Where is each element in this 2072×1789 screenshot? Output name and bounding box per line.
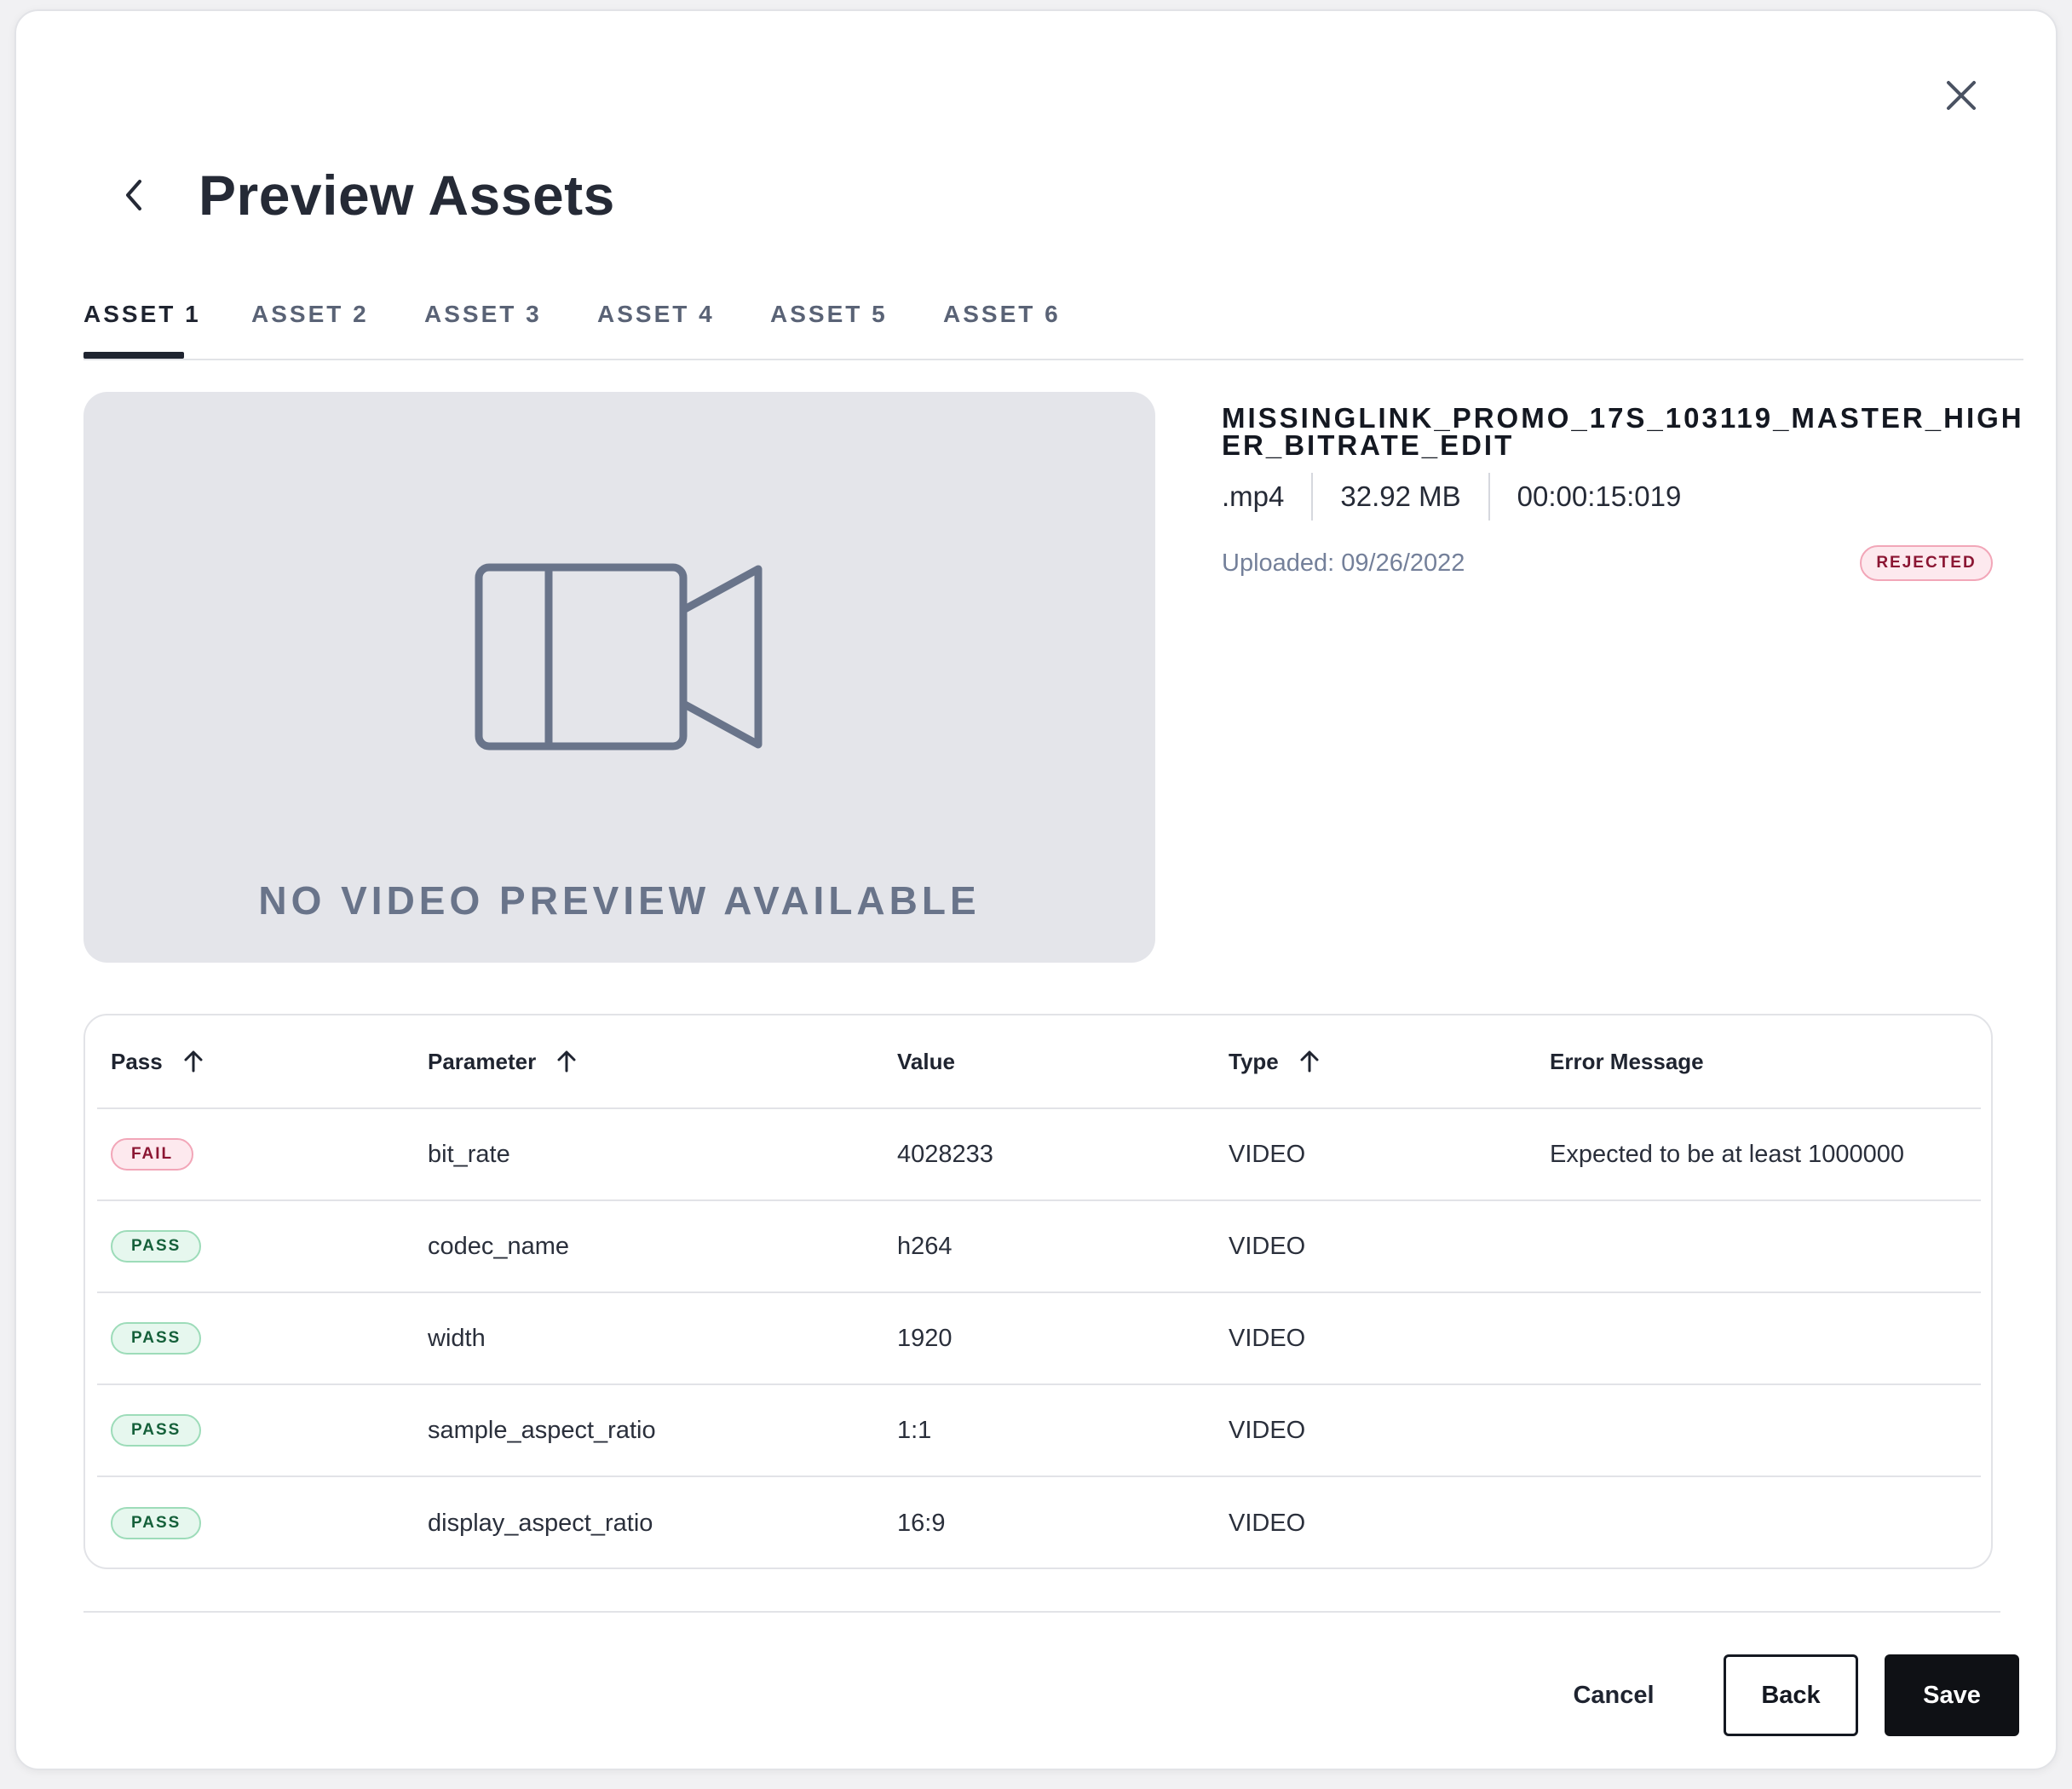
page-title: Preview Assets	[199, 164, 615, 227]
video-camera-icon	[475, 563, 763, 751]
parameter-cell: sample_aspect_ratio	[428, 1416, 656, 1444]
preview-assets-modal: Preview Assets ASSET 1 ASSET 2 ASSET 3 A…	[14, 9, 2058, 1770]
value-cell: h264	[897, 1232, 953, 1260]
parameter-cell: codec_name	[428, 1232, 570, 1260]
pass-badge: PASS	[111, 1414, 202, 1447]
validation-table: Pass Parameter Value Type Error Message	[83, 1014, 1993, 1569]
asset-tabs: ASSET 1 ASSET 2 ASSET 3 ASSET 4 ASSET 5 …	[83, 284, 2023, 360]
fail-badge: FAIL	[111, 1138, 194, 1171]
modal-header: Preview Assets	[110, 163, 615, 227]
table-row: PASS codec_name h264 VIDEO	[97, 1201, 1981, 1293]
cancel-button[interactable]: Cancel	[1541, 1654, 1686, 1736]
type-cell: VIDEO	[1229, 1232, 1306, 1260]
tab-asset-3[interactable]: ASSET 3	[424, 301, 542, 328]
tab-asset-1[interactable]: ASSET 1	[83, 301, 201, 328]
parameter-cell: display_aspect_ratio	[428, 1509, 653, 1537]
tab-asset-6[interactable]: ASSET 6	[943, 301, 1061, 328]
parameter-cell: width	[428, 1324, 486, 1352]
table-row: PASS width 1920 VIDEO	[97, 1293, 1981, 1385]
footer-divider	[83, 1611, 2000, 1613]
type-cell: VIDEO	[1229, 1509, 1306, 1537]
type-cell: VIDEO	[1229, 1140, 1306, 1168]
sort-ascending-icon[interactable]	[181, 1050, 205, 1073]
pass-badge: PASS	[111, 1507, 202, 1539]
file-duration: 00:00:15:019	[1488, 473, 1709, 521]
value-cell: 16:9	[897, 1509, 946, 1537]
asset-file-name: MISSINGLINK_PROMO_17S_103119_MASTER_HIGH…	[1222, 402, 2024, 461]
sort-ascending-icon[interactable]	[1298, 1050, 1321, 1073]
type-cell: VIDEO	[1229, 1324, 1306, 1352]
chevron-left-icon	[126, 180, 141, 210]
pass-badge: PASS	[111, 1322, 202, 1355]
upload-date: Uploaded: 09/26/2022	[1222, 549, 1465, 577]
type-cell: VIDEO	[1229, 1416, 1306, 1444]
active-tab-indicator	[83, 352, 184, 359]
column-header-pass: Pass	[111, 1015, 205, 1107]
sort-ascending-icon[interactable]	[555, 1050, 578, 1073]
value-cell: 4028233	[897, 1140, 993, 1168]
asset-meta: .mp4 32.92 MB 00:00:15:019	[1222, 473, 1708, 521]
value-cell: 1:1	[897, 1416, 932, 1444]
back-button[interactable]: Back	[1724, 1654, 1858, 1736]
video-preview-placeholder: NO VIDEO PREVIEW AVAILABLE	[83, 392, 1155, 963]
value-cell: 1920	[897, 1324, 953, 1352]
file-extension: .mp4	[1222, 480, 1285, 512]
tab-asset-5[interactable]: ASSET 5	[770, 301, 888, 328]
tab-asset-2[interactable]: ASSET 2	[251, 301, 369, 328]
error-message-cell: Expected to be at least 1000000	[1550, 1140, 1904, 1168]
table-row: PASS sample_aspect_ratio 1:1 VIDEO	[97, 1385, 1981, 1477]
close-button[interactable]	[1938, 72, 1984, 118]
pass-badge: PASS	[111, 1230, 202, 1263]
column-header-error-message: Error Message	[1550, 1048, 1704, 1074]
column-header-parameter: Parameter	[428, 1015, 578, 1107]
table-header-row: Pass Parameter Value Type Error Message	[97, 1015, 1981, 1109]
status-badge: REJECTED	[1860, 545, 1993, 581]
save-button[interactable]: Save	[1885, 1654, 2019, 1736]
column-header-value: Value	[897, 1048, 955, 1074]
file-size: 32.92 MB	[1311, 473, 1488, 521]
back-chevron-button[interactable]	[110, 171, 158, 219]
table-row: FAIL bit_rate 4028233 VIDEO Expected to …	[97, 1109, 1981, 1201]
parameter-cell: bit_rate	[428, 1140, 510, 1168]
table-row: PASS display_aspect_ratio 16:9 VIDEO	[97, 1477, 1981, 1569]
tab-asset-4[interactable]: ASSET 4	[597, 301, 715, 328]
column-header-type: Type	[1229, 1015, 1321, 1107]
no-preview-text: NO VIDEO PREVIEW AVAILABLE	[258, 878, 981, 923]
close-icon	[1947, 81, 1976, 110]
